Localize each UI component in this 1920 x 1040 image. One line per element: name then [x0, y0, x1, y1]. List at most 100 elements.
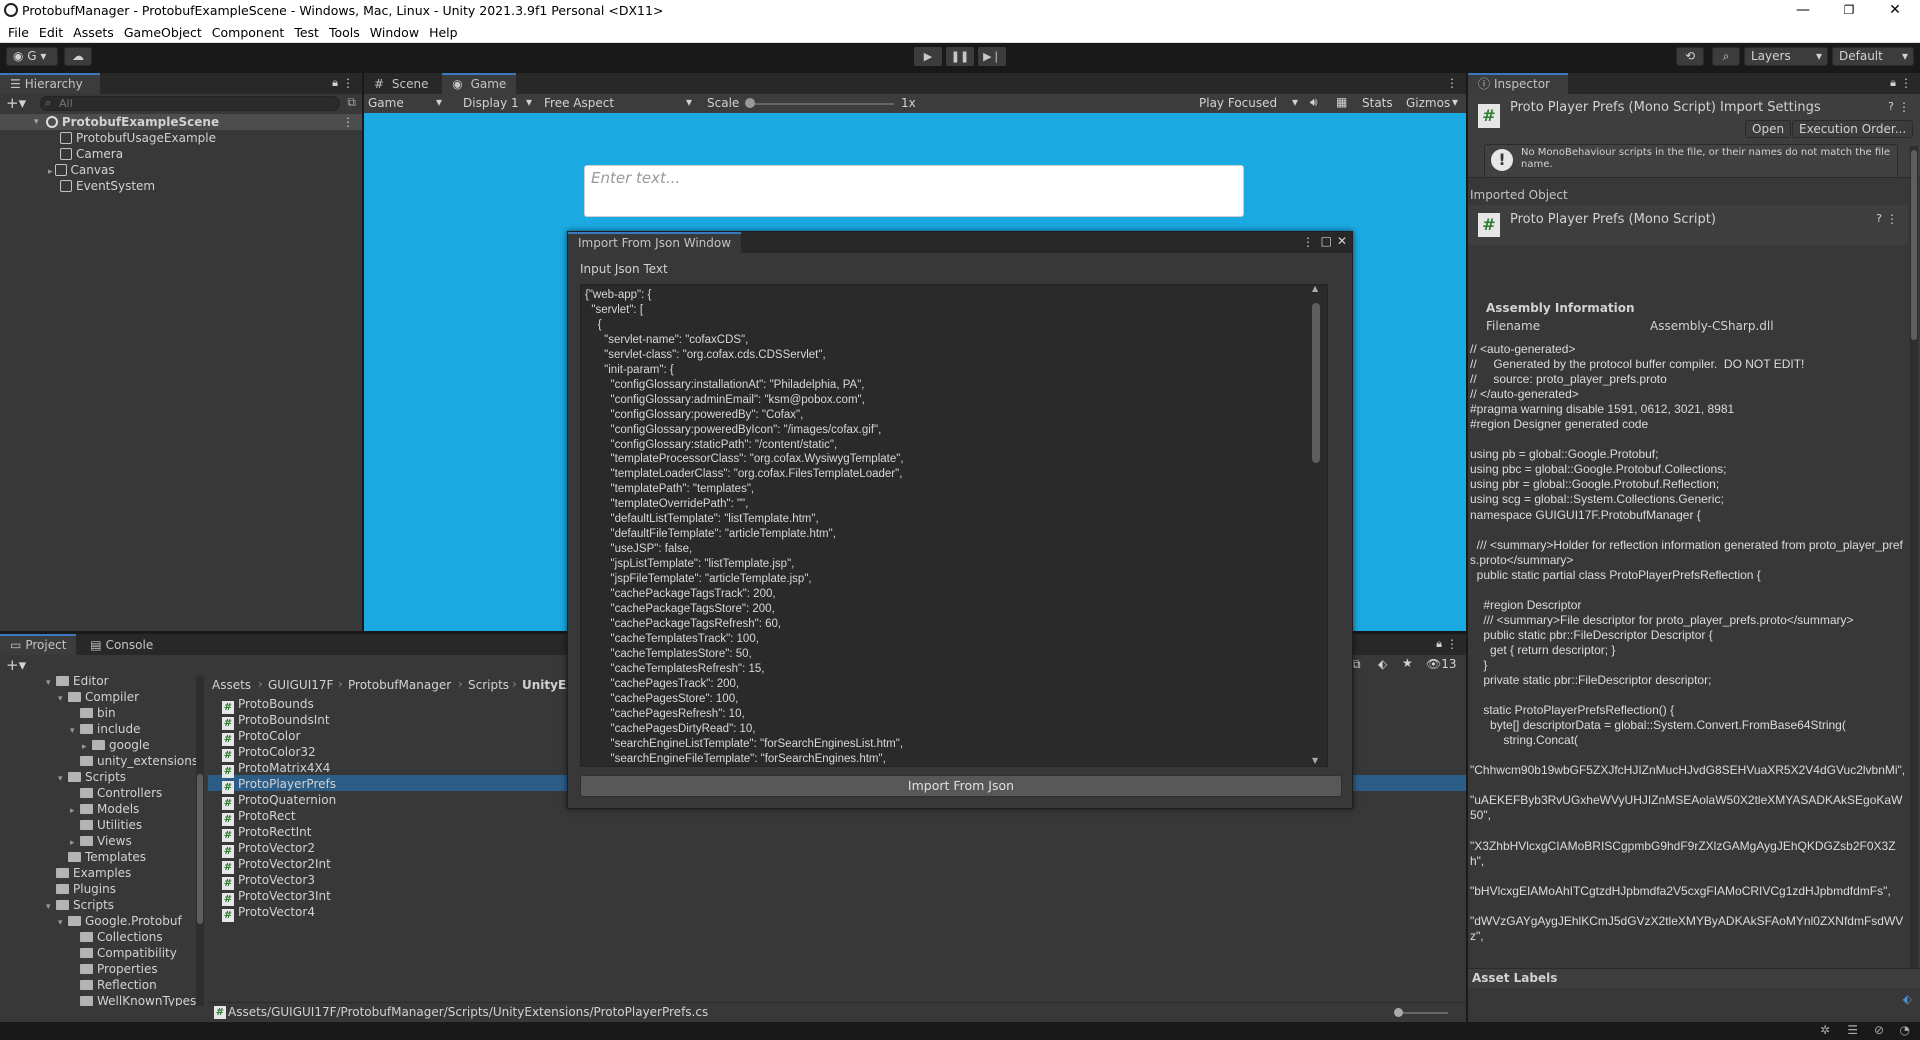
step-button[interactable]: ▶❘: [978, 47, 1006, 66]
file-item[interactable]: # ProtoQuaternion: [222, 792, 336, 810]
add-icon[interactable]: +▾: [6, 656, 26, 674]
icon-size-slider-handle[interactable]: [1394, 1008, 1403, 1017]
file-item[interactable]: # ProtoBounds: [222, 696, 314, 714]
breadcrumb-item[interactable]: Scripts: [468, 678, 509, 692]
file-item[interactable]: # ProtoRectInt: [222, 824, 311, 842]
favorite-icon[interactable]: ★: [1402, 656, 1413, 670]
menu-window[interactable]: Window: [370, 25, 419, 40]
more-options-icon[interactable]: ⋮: [1446, 637, 1458, 651]
history-icon[interactable]: ⟲: [1676, 47, 1704, 66]
file-item[interactable]: # ProtoVector4: [222, 904, 315, 922]
breadcrumb-item[interactable]: Assets: [212, 678, 251, 692]
json-scrollbar-thumb[interactable]: [1312, 303, 1320, 463]
file-item[interactable]: # ProtoVector3Int: [222, 888, 331, 906]
tab-project[interactable]: ▭ Project: [0, 634, 77, 655]
file-item[interactable]: # ProtoBoundsInt: [222, 712, 330, 730]
more-options-icon[interactable]: ⋮: [1302, 235, 1314, 249]
project-tree-item[interactable]: Controllers: [70, 785, 162, 801]
file-item[interactable]: # ProtoColor32: [222, 744, 316, 762]
menu-help[interactable]: Help: [429, 25, 458, 40]
hidden-packages-icon[interactable]: 👁︎13: [1426, 657, 1457, 671]
tab-scene[interactable]: # Scene: [364, 74, 438, 95]
hierarchy-item[interactable]: Camera: [60, 146, 123, 162]
menu-test[interactable]: Test: [294, 25, 319, 40]
project-tree-item[interactable]: Reflection: [70, 977, 157, 993]
debug-icon[interactable]: ✲: [1820, 1023, 1830, 1037]
menu-gameobject[interactable]: GameObject: [124, 25, 202, 40]
scale-slider[interactable]: [748, 103, 894, 105]
search-icon[interactable]: ⌕: [1712, 47, 1740, 66]
filter-icon[interactable]: ⧉: [347, 95, 356, 110]
add-icon[interactable]: +▾: [6, 94, 26, 112]
file-item[interactable]: # ProtoVector3: [222, 872, 315, 890]
project-tree-item[interactable]: Examples: [46, 865, 131, 881]
expand-arrow-icon[interactable]: ▾: [58, 691, 68, 707]
project-tree-item[interactable]: bin: [70, 705, 116, 721]
selected-file-item[interactable]: # ProtoPlayerPrefs: [222, 776, 336, 794]
breadcrumb-item[interactable]: GUIGUI17F: [268, 678, 333, 692]
tab-inspector[interactable]: ⓘ Inspector: [1468, 73, 1568, 94]
lock-icon[interactable]: 🔒︎: [1436, 637, 1442, 651]
cache-server-icon[interactable]: ☰: [1847, 1023, 1858, 1037]
more-options-icon[interactable]: ⋮: [1898, 100, 1910, 114]
restore-button[interactable]: ❐: [1826, 0, 1872, 22]
json-window-tab[interactable]: Import From Json Window: [568, 232, 742, 253]
file-item[interactable]: # ProtoVector2: [222, 840, 315, 858]
open-button[interactable]: Open: [1745, 120, 1792, 138]
gizmos-dropdown[interactable]: Gizmos: [1406, 96, 1450, 110]
minimize-button[interactable]: —: [1780, 0, 1826, 22]
inspector-scrollbar[interactable]: [1910, 146, 1918, 968]
pause-button[interactable]: ❚❚: [946, 47, 974, 66]
tree-scrollbar-thumb[interactable]: [197, 774, 203, 924]
project-tree-item[interactable]: WellKnownTypes: [70, 993, 196, 1006]
tab-console[interactable]: ▤ Console: [80, 635, 163, 656]
hierarchy-item[interactable]: ▸ Canvas: [48, 162, 115, 178]
tab-game[interactable]: ◉ Game: [442, 73, 517, 94]
project-tree-item[interactable]: ▾ Scripts: [46, 897, 114, 913]
tab-hierarchy[interactable]: ☰ Hierarchy: [0, 73, 100, 94]
file-item[interactable]: # ProtoVector2Int: [222, 856, 331, 874]
file-item[interactable]: # ProtoRect: [222, 808, 296, 826]
project-tree-item[interactable]: ▾ Compiler: [58, 689, 139, 705]
more-options-icon[interactable]: ⋮: [342, 114, 354, 130]
icon-size-slider[interactable]: [1398, 1012, 1448, 1014]
menu-assets[interactable]: Assets: [73, 25, 114, 40]
project-tree-item[interactable]: ▾ include: [70, 721, 140, 737]
project-tree-item[interactable]: Collections: [70, 929, 163, 945]
file-item[interactable]: # ProtoMatrix4X4: [222, 760, 330, 778]
expand-arrow-icon[interactable]: ▾: [46, 899, 56, 915]
more-options-icon[interactable]: ⋮: [1900, 76, 1912, 90]
json-text-area[interactable]: {"web-app": { "servlet": [ { "servlet-na…: [580, 284, 1328, 767]
progress-icon[interactable]: ◔: [1900, 1023, 1910, 1037]
more-options-icon[interactable]: ⋮: [1446, 76, 1458, 90]
breadcrumb-item[interactable]: ProtobufManager: [348, 678, 451, 692]
grid-icon[interactable]: ▦: [1336, 95, 1347, 109]
project-tree-item[interactable]: ▸ google: [82, 737, 150, 753]
menu-component[interactable]: Component: [212, 25, 285, 40]
execution-order-button[interactable]: Execution Order...: [1792, 120, 1914, 138]
json-scrollbar[interactable]: ▲ ▼: [1309, 285, 1323, 766]
menu-tools[interactable]: Tools: [329, 25, 360, 40]
hierarchy-item[interactable]: ProtobufUsageExample: [60, 130, 216, 146]
play-mode-dropdown[interactable]: Play Focused: [1199, 96, 1277, 110]
inspector-scrollbar-thumb[interactable]: [1911, 150, 1917, 340]
expand-arrow-icon[interactable]: ▸: [48, 167, 53, 177]
help-icon[interactable]: ?: [1876, 212, 1882, 225]
expand-arrow-icon[interactable]: ▾: [46, 676, 56, 691]
scene-row[interactable]: ▾ ProtobufExampleScene ⋮: [0, 114, 362, 130]
project-tree-item[interactable]: ▾ Google.Protobuf: [58, 913, 182, 929]
project-tree-item[interactable]: unity_extensions: [70, 753, 198, 769]
project-tree-item[interactable]: ▾ Scripts: [58, 769, 126, 785]
expand-arrow-icon[interactable]: ▾: [70, 723, 80, 739]
menu-edit[interactable]: Edit: [39, 25, 63, 40]
project-tree-item[interactable]: Templates: [58, 849, 146, 865]
expand-arrow-icon[interactable]: ▾: [58, 915, 68, 931]
close-button[interactable]: ✕: [1872, 0, 1918, 22]
more-options-icon[interactable]: ⋮: [342, 76, 354, 90]
layers-dropdown[interactable]: Layers ▾: [1744, 47, 1828, 66]
project-tree-item[interactable]: ▸ Views: [70, 833, 132, 849]
project-tree-item[interactable]: Compatibility: [70, 945, 177, 961]
label-tag-icon[interactable]: ⬖: [1903, 992, 1912, 1006]
maximize-icon[interactable]: □: [1321, 234, 1332, 248]
expand-arrow-icon[interactable]: ▾: [58, 771, 68, 787]
